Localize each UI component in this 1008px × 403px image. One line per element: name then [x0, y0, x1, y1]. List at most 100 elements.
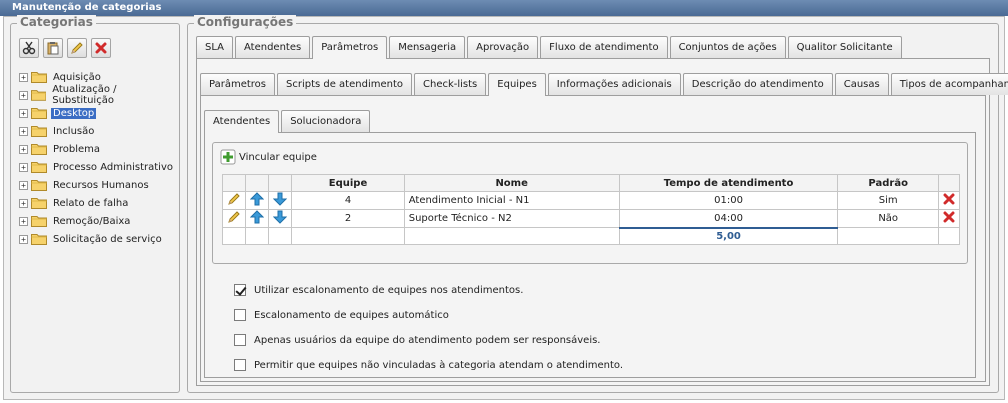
- table-header-row: Equipe Nome Tempo de atendimento Padrão: [221, 174, 961, 192]
- tab-team-0[interactable]: Atendentes: [204, 110, 280, 133]
- folder-icon: [31, 198, 47, 209]
- tab-config-4[interactable]: Aprovação: [467, 36, 539, 58]
- option-label: Apenas usuários da equipe do atendimento…: [254, 334, 601, 346]
- tab-param-7[interactable]: Tipos de acompanhamento: [890, 73, 1008, 95]
- tab-param-3[interactable]: Equipes: [488, 73, 546, 96]
- tree-item[interactable]: + Processo Administrativo: [19, 158, 179, 176]
- team-table: Equipe Nome Tempo de atendimento Padrão …: [221, 174, 961, 245]
- cell-nome: Suporte Técnico - N2: [403, 209, 620, 228]
- tab-param-4[interactable]: Informações adicionais: [547, 73, 681, 95]
- tree-item[interactable]: + Problema: [19, 140, 179, 158]
- tree-item[interactable]: + Desktop: [19, 104, 179, 122]
- link-team-button[interactable]: Vincular equipe: [220, 149, 317, 165]
- tab-config-6[interactable]: Conjuntos de ações: [669, 36, 786, 58]
- col-header-equipe[interactable]: Equipe: [291, 174, 405, 192]
- col-header-nome[interactable]: Nome: [403, 174, 620, 192]
- tree-item-label: Solicitação de serviço: [53, 233, 162, 245]
- cut-button[interactable]: [19, 38, 39, 58]
- expand-icon[interactable]: +: [19, 90, 28, 100]
- edit-row-button[interactable]: [221, 209, 247, 228]
- option-checkbox[interactable]: [234, 334, 246, 346]
- down-col-header: [268, 174, 293, 192]
- window-title: Manutenção de categorias: [0, 0, 1008, 16]
- config-tabs: SLA Atendentes Parâmetros Mensageria Aprovaç…: [196, 36, 904, 59]
- paste-button[interactable]: [43, 38, 63, 58]
- expand-icon[interactable]: +: [19, 72, 28, 82]
- total-time: 5,00: [618, 226, 839, 245]
- tab-config-7[interactable]: Qualitor Solicitante: [787, 36, 902, 58]
- folder-icon: [31, 216, 47, 227]
- cell-nome: Atendimento Inicial - N1: [403, 191, 620, 210]
- tree-item[interactable]: + Recursos Humanos: [19, 176, 179, 194]
- move-down-button[interactable]: [268, 191, 293, 210]
- empty-cell: [837, 227, 939, 245]
- edit-col-header: [221, 174, 247, 192]
- expand-icon[interactable]: +: [19, 216, 28, 226]
- edit-icon: [228, 211, 240, 223]
- tab-config-5[interactable]: Fluxo de atendimento: [540, 36, 668, 58]
- tree-item[interactable]: + Inclusão: [19, 122, 179, 140]
- expand-icon[interactable]: +: [19, 198, 28, 208]
- edit-row-button[interactable]: [221, 191, 247, 210]
- folder-icon: [31, 234, 47, 245]
- tree-item[interactable]: + Atualização / Substituição: [19, 84, 179, 106]
- edit-icon: [71, 42, 83, 54]
- empty-cell: [221, 227, 247, 245]
- tab-config-2[interactable]: Parâmetros: [312, 36, 388, 59]
- tree-item-label: Remoção/Baixa: [53, 215, 131, 227]
- tab-config-1[interactable]: Atendentes: [235, 36, 311, 58]
- tab-config-3[interactable]: Mensageria: [389, 36, 466, 58]
- tab-param-2[interactable]: Check-lists: [414, 73, 487, 95]
- tab-param-0[interactable]: Parâmetros: [200, 73, 275, 95]
- option-row: Escalonamento de equipes automático: [234, 309, 449, 321]
- move-up-button[interactable]: [245, 209, 270, 228]
- expand-icon[interactable]: +: [19, 144, 28, 154]
- delete-button[interactable]: [91, 38, 111, 58]
- option-checkbox[interactable]: [234, 309, 246, 321]
- folder-icon: [31, 162, 47, 173]
- tree-item[interactable]: + Remoção/Baixa: [19, 212, 179, 230]
- expand-icon[interactable]: +: [19, 180, 28, 190]
- up-col-header: [245, 174, 270, 192]
- empty-cell: [268, 227, 293, 245]
- tab-config-0[interactable]: SLA: [196, 36, 233, 58]
- col-header-tempo[interactable]: Tempo de atendimento: [618, 174, 839, 192]
- col-header-padrao[interactable]: Padrão: [837, 174, 939, 192]
- tree-item-label: Aquisição: [53, 71, 101, 83]
- option-label: Utilizar escalonamento de equipes nos at…: [254, 284, 524, 296]
- paste-icon: [47, 42, 59, 55]
- edit-button[interactable]: [67, 38, 87, 58]
- cell-padrao[interactable]: Não: [837, 209, 939, 228]
- delete-icon: [95, 42, 107, 54]
- expand-icon[interactable]: +: [19, 234, 28, 244]
- tab-param-1[interactable]: Scripts de atendimento: [276, 73, 412, 95]
- empty-cell: [245, 227, 270, 245]
- move-up-button[interactable]: [245, 191, 270, 210]
- delete-row-button[interactable]: [937, 209, 961, 228]
- option-checkbox[interactable]: [234, 359, 246, 371]
- tree-item[interactable]: + Solicitação de serviço: [19, 230, 179, 248]
- tab-param-5[interactable]: Descrição do atendimento: [682, 73, 833, 95]
- delete-row-button[interactable]: [937, 191, 961, 210]
- cell-tempo[interactable]: 01:00: [618, 191, 839, 210]
- option-row: Permitir que equipes não vinculadas à ca…: [234, 359, 623, 371]
- move-down-button[interactable]: [268, 209, 293, 228]
- tree-item[interactable]: + Relato de falha: [19, 194, 179, 212]
- expand-icon[interactable]: +: [19, 126, 28, 136]
- arrow-down-icon: [273, 192, 288, 206]
- link-team-label: Vincular equipe: [239, 151, 317, 163]
- tab-team-1[interactable]: Solucionadora: [281, 110, 371, 132]
- category-tree: + Aquisição + Atualização / Substituição + De…: [19, 68, 179, 248]
- table-row: 2 Suporte Técnico - N2 04:00 Não: [221, 209, 961, 228]
- cell-padrao[interactable]: Sim: [837, 191, 939, 210]
- option-checkbox[interactable]: [234, 284, 246, 296]
- empty-cell: [937, 227, 961, 245]
- cell-equipe: 2: [291, 209, 405, 228]
- delete-col-header: [937, 174, 961, 192]
- cell-tempo[interactable]: 04:00: [618, 209, 839, 228]
- expand-icon[interactable]: +: [19, 108, 28, 118]
- parameter-tabs: Parâmetros Scripts de atendimento Check-li…: [200, 73, 1008, 96]
- expand-icon[interactable]: +: [19, 162, 28, 172]
- tab-param-6[interactable]: Causas: [834, 73, 889, 95]
- cell-equipe: 4: [291, 191, 405, 210]
